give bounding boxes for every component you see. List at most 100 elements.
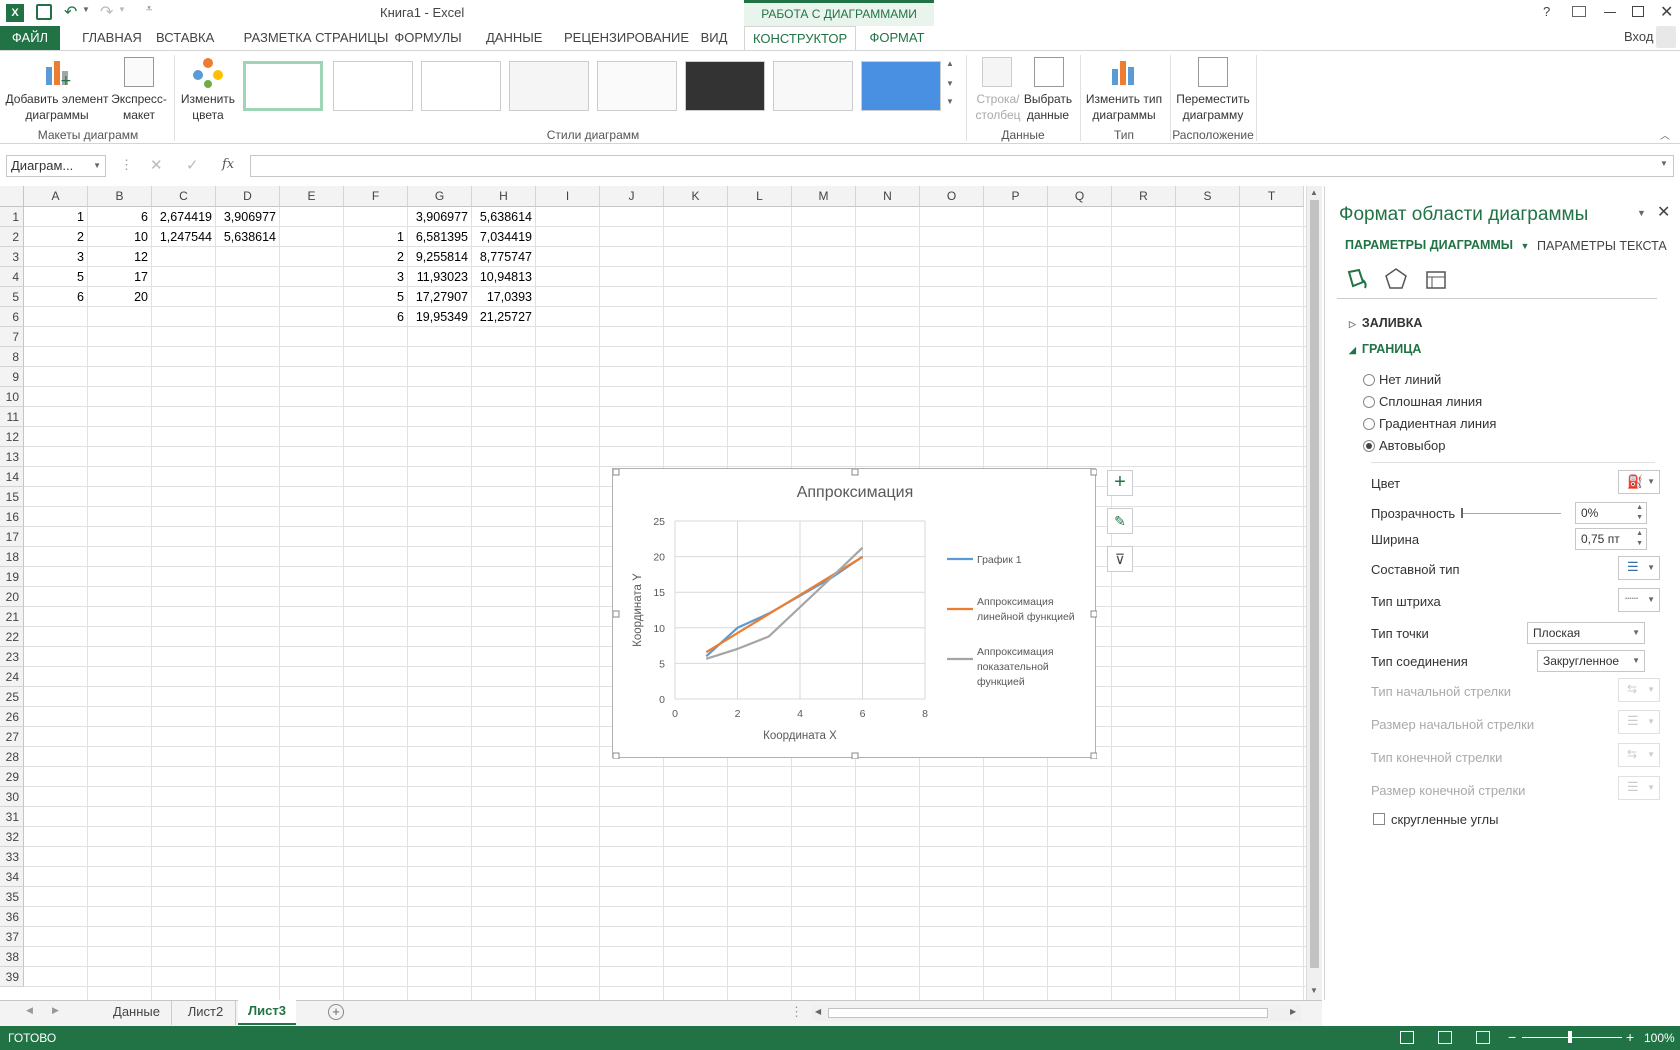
begin-arrow-type-button[interactable]: ⇆ ▼: [1618, 678, 1660, 702]
column-header-J[interactable]: J: [600, 186, 664, 207]
hscroll-thumb[interactable]: [828, 1008, 1268, 1018]
customize-qat-icon[interactable]: ⩡: [146, 3, 152, 16]
row-header-26[interactable]: 26: [0, 707, 24, 727]
cell-H3[interactable]: 8,775747: [472, 247, 536, 267]
cell-D1[interactable]: 3,906977: [216, 207, 280, 227]
styles-scroll-up-icon[interactable]: ▲: [946, 59, 954, 68]
cell-G5[interactable]: 17,27907: [408, 287, 472, 307]
cell-H1[interactable]: 5,638614: [472, 207, 536, 227]
row-header-27[interactable]: 27: [0, 727, 24, 747]
formula-input[interactable]: [250, 155, 1674, 177]
column-header-P[interactable]: P: [984, 186, 1048, 207]
cell-G6[interactable]: 19,95349: [408, 307, 472, 327]
label-rounded-corners[interactable]: скругленные углы: [1391, 812, 1498, 827]
cell-H4[interactable]: 10,94813: [472, 267, 536, 287]
radio-gradient-line[interactable]: [1363, 418, 1375, 430]
move-chart-button[interactable]: Переместить диаграмму: [1172, 91, 1254, 123]
cell-A3[interactable]: 3: [24, 247, 88, 267]
save-icon[interactable]: [36, 4, 52, 20]
row-header-15[interactable]: 15: [0, 487, 24, 507]
tab-page-layout[interactable]: РАЗМЕТКА СТРАНИЦЫ: [232, 26, 400, 50]
tab-data[interactable]: ДАННЫЕ: [478, 26, 544, 50]
row-header-39[interactable]: 39: [0, 967, 24, 987]
row-header-24[interactable]: 24: [0, 667, 24, 687]
row-header-9[interactable]: 9: [0, 367, 24, 387]
normal-view-icon[interactable]: [1400, 1031, 1414, 1044]
close-icon[interactable]: ✕: [1660, 2, 1673, 22]
row-header-22[interactable]: 22: [0, 627, 24, 647]
row-header-32[interactable]: 32: [0, 827, 24, 847]
add-chart-element-button[interactable]: Добавить элемент диаграммы: [4, 91, 110, 123]
row-header-31[interactable]: 31: [0, 807, 24, 827]
width-spinner[interactable]: 0,75 пт ▲ ▼: [1575, 528, 1647, 550]
label-solid-line[interactable]: Сплошная линия: [1379, 394, 1482, 409]
row-header-12[interactable]: 12: [0, 427, 24, 447]
chart-style-6[interactable]: [685, 61, 765, 111]
chart-style-3[interactable]: [421, 61, 501, 111]
tab-text-options[interactable]: ПАРАМЕТРЫ ТЕКСТА: [1537, 239, 1667, 253]
row-header-13[interactable]: 13: [0, 447, 24, 467]
cell-G2[interactable]: 6,581395: [408, 227, 472, 247]
chart-style-4[interactable]: [509, 61, 589, 111]
dash-type-button[interactable]: ┄┄ ▼: [1618, 588, 1660, 612]
vertical-scrollbar[interactable]: ▲ ▼: [1306, 186, 1322, 1000]
row-header-38[interactable]: 38: [0, 947, 24, 967]
cell-D2[interactable]: 5,638614: [216, 227, 280, 247]
color-picker-button[interactable]: ⛽ ▼: [1618, 470, 1660, 494]
undo-icon[interactable]: ↶: [64, 2, 77, 22]
column-header-D[interactable]: D: [216, 186, 280, 207]
row-header-28[interactable]: 28: [0, 747, 24, 767]
join-type-select[interactable]: Закругленное ▼: [1537, 650, 1645, 672]
page-break-view-icon[interactable]: [1476, 1031, 1490, 1044]
column-header-O[interactable]: O: [920, 186, 984, 207]
row-header-16[interactable]: 16: [0, 507, 24, 527]
zoom-slider[interactable]: [1522, 1031, 1622, 1043]
row-header-7[interactable]: 7: [0, 327, 24, 347]
fill-section-header[interactable]: ▷ ЗАЛИВКА: [1349, 316, 1422, 330]
select-all-corner[interactable]: [0, 186, 24, 207]
transparency-spinner[interactable]: 0% ▲ ▼: [1575, 502, 1647, 524]
cell-B1[interactable]: 6: [88, 207, 152, 227]
name-box[interactable]: Диаграм... ▼: [6, 155, 106, 177]
cell-C2[interactable]: 1,247544: [152, 227, 216, 247]
tab-format[interactable]: ФОРМАТ: [860, 26, 934, 50]
fill-line-icon[interactable]: [1343, 266, 1369, 292]
radio-solid-line[interactable]: [1363, 396, 1375, 408]
effects-icon[interactable]: [1383, 266, 1409, 292]
tab-formulas[interactable]: ФОРМУЛЫ: [386, 26, 470, 50]
cancel-formula-icon[interactable]: ✕: [150, 156, 163, 174]
column-header-S[interactable]: S: [1176, 186, 1240, 207]
column-header-E[interactable]: E: [280, 186, 344, 207]
cap-type-select[interactable]: Плоская ▼: [1527, 622, 1645, 644]
cell-G4[interactable]: 11,93023: [408, 267, 472, 287]
column-header-T[interactable]: T: [1240, 186, 1304, 207]
row-header-19[interactable]: 19: [0, 567, 24, 587]
radio-no-line[interactable]: [1363, 374, 1375, 386]
cell-F3[interactable]: 2: [344, 247, 408, 267]
chart-filter-button[interactable]: ⊽: [1107, 546, 1133, 572]
row-header-21[interactable]: 21: [0, 607, 24, 627]
row-header-11[interactable]: 11: [0, 407, 24, 427]
select-data-button[interactable]: Выбрать данные: [1020, 91, 1076, 123]
row-header-4[interactable]: 4: [0, 267, 24, 287]
tabs-splitter-icon[interactable]: ⋮: [790, 1004, 803, 1020]
cell-B5[interactable]: 20: [88, 287, 152, 307]
add-sheet-icon[interactable]: +: [328, 1004, 344, 1020]
zoom-thumb[interactable]: [1568, 1031, 1572, 1043]
scrollbar-thumb[interactable]: [1310, 200, 1319, 968]
row-header-6[interactable]: 6: [0, 307, 24, 327]
chart-style-5[interactable]: [597, 61, 677, 111]
cell-H6[interactable]: 21,25727: [472, 307, 536, 327]
begin-arrow-size-button[interactable]: ☰ ▼: [1618, 710, 1660, 734]
tab-design[interactable]: КОНСТРУКТОР: [744, 26, 856, 51]
confirm-formula-icon[interactable]: ✓: [186, 156, 199, 174]
column-header-C[interactable]: C: [152, 186, 216, 207]
scroll-up-icon[interactable]: ▲: [1310, 188, 1318, 197]
row-header-2[interactable]: 2: [0, 227, 24, 247]
row-header-33[interactable]: 33: [0, 847, 24, 867]
minimize-icon[interactable]: [1604, 12, 1616, 13]
cell-F4[interactable]: 3: [344, 267, 408, 287]
avatar[interactable]: [1656, 26, 1676, 48]
undo-dropdown-icon[interactable]: ▼: [82, 5, 90, 14]
end-arrow-size-button[interactable]: ☰ ▼: [1618, 776, 1660, 800]
